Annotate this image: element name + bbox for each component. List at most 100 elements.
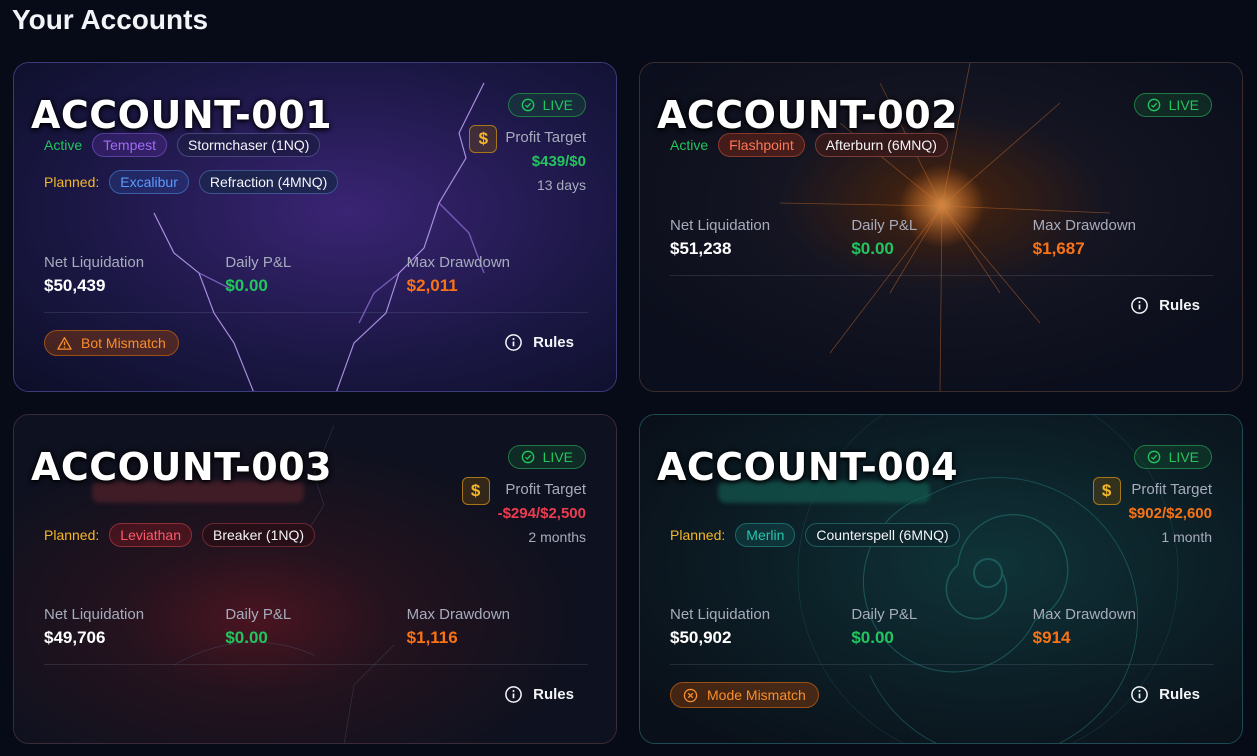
max-drawdown: Max Drawdown $1,687 <box>1033 216 1214 262</box>
divider <box>44 664 588 665</box>
net-liquidation: Net Liquidation $50,902 <box>670 605 851 651</box>
planned-strategy-row: Planned: Leviathan Breaker (1NQ) <box>44 523 325 547</box>
net-liquidation-label: Net Liquidation <box>44 254 145 271</box>
daily-pnl-label: Daily P&L <box>851 217 918 234</box>
info-circle-icon <box>1131 686 1149 703</box>
profit-target-time: 2 months <box>528 529 586 545</box>
mode-mismatch-label: Mode Mismatch <box>707 687 806 703</box>
bot-mismatch-badge[interactable]: Bot Mismatch <box>44 330 179 356</box>
max-drawdown: Max Drawdown $1,116 <box>407 605 588 651</box>
mode-mismatch-badge[interactable]: Mode Mismatch <box>670 682 819 708</box>
daily-pnl: Daily P&L $0.00 <box>851 216 1032 262</box>
active-label: Active <box>670 137 709 153</box>
planned-strategy-row: Planned: Merlin Counterspell (6MNQ) <box>670 523 970 547</box>
rules-label: Rules <box>1159 686 1200 703</box>
info-circle-icon <box>1131 297 1149 314</box>
account-card-3[interactable]: ACCOUNT-003 Planned: Leviathan Breaker (… <box>13 414 617 744</box>
net-liquidation: Net Liquidation $49,706 <box>44 605 225 651</box>
live-label: LIVE <box>1168 97 1199 113</box>
net-liquidation-label: Net Liquidation <box>670 606 771 623</box>
live-label: LIVE <box>542 97 573 113</box>
check-circle-icon <box>1147 450 1160 464</box>
metrics-row: Net Liquidation $49,706 Daily P&L $0.00 … <box>44 605 588 651</box>
rules-label: Rules <box>1159 297 1200 314</box>
max-drawdown: Max Drawdown $2,011 <box>407 253 588 299</box>
planned-strategy-chip[interactable]: Excalibur <box>109 170 189 194</box>
live-label: LIVE <box>542 449 573 465</box>
divider <box>44 312 588 313</box>
daily-pnl-value: $0.00 <box>851 239 894 258</box>
x-circle-icon <box>683 688 698 702</box>
net-liquidation: Net Liquidation $51,238 <box>670 216 851 262</box>
daily-pnl: Daily P&L $0.00 <box>225 605 406 651</box>
active-label: Active <box>44 137 83 153</box>
daily-pnl-value: $0.00 <box>225 276 268 295</box>
account-name: ACCOUNT-003 <box>31 445 333 489</box>
net-liquidation-value: $49,706 <box>44 628 106 647</box>
max-drawdown-label: Max Drawdown <box>406 254 511 271</box>
divider <box>670 664 1214 665</box>
max-drawdown-value: $1,687 <box>1032 239 1085 258</box>
profit-target-time: 13 days <box>536 177 586 193</box>
profit-target-value: -$294/$2,500 <box>497 505 586 522</box>
check-circle-icon <box>521 98 534 112</box>
metrics-row: Net Liquidation $50,902 Daily P&L $0.00 … <box>670 605 1214 651</box>
rules-button[interactable]: Rules <box>504 685 574 704</box>
rules-button[interactable]: Rules <box>504 333 574 352</box>
planned-strategy-row: Planned: Excalibur Refraction (4MNQ) <box>44 170 348 194</box>
net-liquidation: Net Liquidation $50,439 <box>44 253 225 299</box>
planned-label: Planned: <box>44 174 100 190</box>
live-badge: LIVE <box>507 93 586 117</box>
profit-target-value: $439/$0 <box>531 153 586 170</box>
planned-strategy-chip[interactable]: Merlin <box>735 523 796 547</box>
live-badge: LIVE <box>507 445 586 469</box>
planned-bot-chip[interactable]: Breaker (1NQ) <box>202 523 316 547</box>
max-drawdown-label: Max Drawdown <box>1032 217 1137 234</box>
info-circle-icon <box>505 334 523 351</box>
metrics-row: Net Liquidation $50,439 Daily P&L $0.00 … <box>44 253 588 299</box>
planned-bot-chip[interactable]: Refraction (4MNQ) <box>198 170 339 194</box>
bot-mismatch-label: Bot Mismatch <box>81 335 166 351</box>
dollar-icon: $ <box>461 477 490 505</box>
warning-triangle-icon <box>57 336 72 350</box>
profit-target-label: Profit Target <box>1131 481 1212 498</box>
profit-target: $ Profit Target $902/$2,600 1 month <box>1092 477 1212 549</box>
daily-pnl-label: Daily P&L <box>225 254 292 271</box>
page-title: Your Accounts <box>12 4 209 35</box>
rules-button[interactable]: Rules <box>1130 296 1200 315</box>
check-circle-icon <box>521 450 534 464</box>
daily-pnl-value: $0.00 <box>225 628 268 647</box>
live-badge: LIVE <box>1133 445 1212 469</box>
account-name: ACCOUNT-004 <box>657 445 959 489</box>
rules-label: Rules <box>533 686 574 703</box>
planned-label: Planned: <box>44 527 100 543</box>
planned-strategy-chip[interactable]: Leviathan <box>109 523 192 547</box>
dollar-icon: $ <box>469 125 498 153</box>
live-badge: LIVE <box>1133 93 1212 117</box>
planned-bot-chip[interactable]: Counterspell (6MNQ) <box>805 523 960 547</box>
max-drawdown: Max Drawdown $914 <box>1033 605 1214 651</box>
net-liquidation-value: $50,439 <box>44 276 106 295</box>
profit-target-time: 1 month <box>1161 529 1212 545</box>
profit-target-value: $902/$2,600 <box>1128 505 1212 522</box>
metrics-row: Net Liquidation $51,238 Daily P&L $0.00 … <box>670 216 1214 262</box>
account-card-4[interactable]: ACCOUNT-004 Planned: Merlin Counterspell… <box>639 414 1243 744</box>
account-card-1[interactable]: ACCOUNT-001 Active Tempest Stormchaser (… <box>13 62 617 392</box>
dollar-icon: $ <box>1092 477 1121 505</box>
net-liquidation-value: $51,238 <box>670 239 732 258</box>
max-drawdown-value: $914 <box>1032 628 1071 647</box>
profit-target: $ Profit Target $439/$0 13 days <box>469 125 586 197</box>
max-drawdown-value: $2,011 <box>406 276 458 295</box>
account-card-2[interactable]: ACCOUNT-002 Active Flashpoint Afterburn … <box>639 62 1243 392</box>
profit-target-label: Profit Target <box>505 129 586 146</box>
profit-target-label: Profit Target <box>505 481 586 498</box>
live-label: LIVE <box>1168 449 1199 465</box>
rules-button[interactable]: Rules <box>1130 685 1200 704</box>
max-drawdown-value: $1,116 <box>406 628 458 647</box>
rules-label: Rules <box>533 334 574 351</box>
net-liquidation-value: $50,902 <box>670 628 732 647</box>
check-circle-icon <box>1147 98 1160 112</box>
daily-pnl-label: Daily P&L <box>851 606 918 623</box>
daily-pnl-value: $0.00 <box>851 628 894 647</box>
max-drawdown-label: Max Drawdown <box>1032 606 1137 623</box>
